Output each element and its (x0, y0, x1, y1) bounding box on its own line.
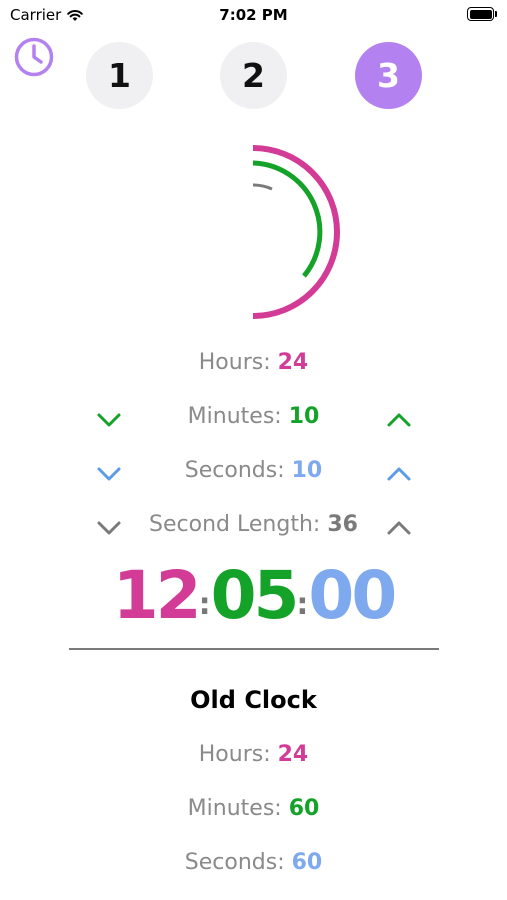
old-hours-value: 24 (277, 742, 309, 767)
hours-value: 24 (277, 350, 309, 375)
old-hours-label: Hours: (198, 742, 271, 767)
time-seconds: 00 (308, 557, 397, 634)
minutes-value: 10 (288, 404, 320, 429)
hours-arc (252, 145, 340, 319)
old-minutes-row: Minutes: 60 (0, 796, 507, 821)
hours-setting: Hours: 24 (0, 350, 507, 375)
old-seconds-value: 60 (291, 850, 323, 875)
time-hours: 12 (112, 557, 202, 634)
tab-2[interactable]: 2 (220, 42, 287, 109)
status-bar: Carrier 7:02 PM (0, 0, 507, 30)
status-time: 7:02 PM (219, 6, 288, 24)
old-minutes-value: 60 (288, 796, 320, 821)
time-separator: : (296, 587, 309, 622)
second-length-setting: Second Length: 36 (0, 512, 507, 537)
minutes-arc (252, 160, 323, 278)
tab-1[interactable]: 1 (86, 42, 153, 109)
clock-icon[interactable] (12, 35, 56, 79)
old-seconds-row: Seconds: 60 (0, 850, 507, 875)
seconds-arc (252, 183, 273, 191)
battery-icon (467, 7, 497, 21)
old-seconds-label: Seconds: (184, 850, 285, 875)
second-length-value: 36 (327, 512, 358, 537)
old-clock-title: Old Clock (190, 686, 317, 714)
time-display: 12:05:00 (0, 556, 507, 649)
old-minutes-label: Minutes: (187, 796, 282, 821)
seconds-increment-chevron-up-icon[interactable] (384, 462, 414, 486)
divider (69, 648, 439, 650)
old-hours-row: Hours: 24 (0, 742, 507, 767)
minutes-setting: Minutes: 10 (0, 404, 507, 429)
battery-fill (469, 9, 492, 19)
seconds-setting: Seconds: 10 (0, 458, 507, 483)
arc-clock (0, 140, 507, 320)
second-length-increment-chevron-up-icon[interactable] (384, 516, 414, 540)
hours-label: Hours: (198, 350, 271, 375)
second-length-label: Second Length: (149, 512, 321, 537)
minutes-label: Minutes: (187, 404, 282, 429)
seconds-value: 10 (291, 458, 323, 483)
time-minutes: 05 (210, 557, 300, 634)
seconds-label: Seconds: (184, 458, 285, 483)
tab-3[interactable]: 3 (355, 42, 422, 109)
minutes-increment-chevron-up-icon[interactable] (384, 408, 414, 432)
time-separator: : (198, 587, 211, 622)
